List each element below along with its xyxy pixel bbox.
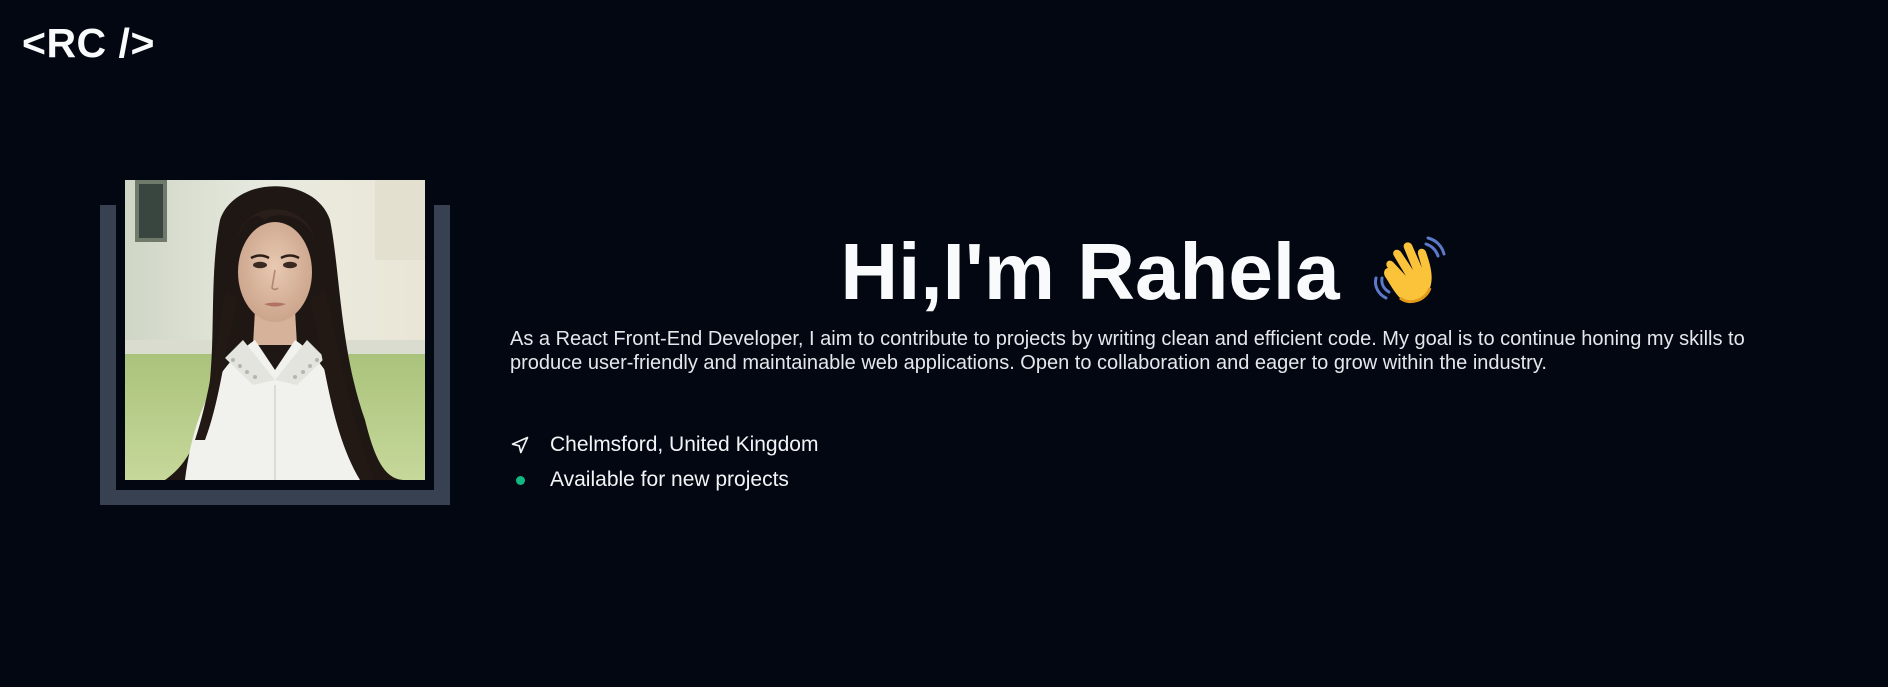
page: <RC /> Hi,I'm Rahela As a React Front-En… <box>0 0 1888 687</box>
status-dot-icon <box>510 470 530 490</box>
availability-row: Available for new projects <box>510 468 789 492</box>
navigation-arrow-icon <box>510 435 530 455</box>
waving-hand-icon <box>1366 228 1450 312</box>
site-logo[interactable]: <RC /> <box>22 18 155 68</box>
profile-photo <box>125 180 425 480</box>
hero-description: As a React Front-End Developer, I aim to… <box>510 328 1745 374</box>
location-text: Chelmsford, United Kingdom <box>550 433 819 456</box>
location-row: Chelmsford, United Kingdom <box>510 433 818 457</box>
hero-heading: Hi,I'm Rahela <box>510 226 1780 320</box>
hero-title-text: Hi,I'm Rahela <box>840 227 1340 316</box>
availability-text: Available for new projects <box>550 468 789 491</box>
